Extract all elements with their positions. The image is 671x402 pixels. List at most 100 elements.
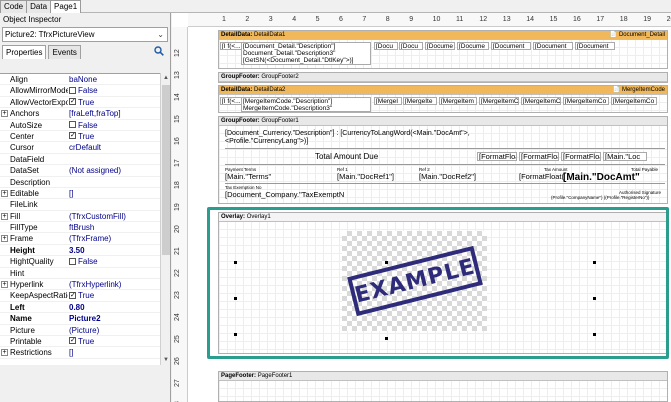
property-row[interactable]: FileLink bbox=[0, 199, 160, 211]
property-scrollbar[interactable]: ▲ ▼ bbox=[160, 73, 170, 365]
selection-handle[interactable] bbox=[593, 261, 596, 264]
scroll-up-icon[interactable]: ▲ bbox=[161, 73, 171, 83]
property-row[interactable]: DataField bbox=[0, 154, 160, 166]
memo-tax-exempt[interactable]: [Document_Company."TaxExemptN bbox=[225, 191, 344, 199]
tab-code[interactable]: Code bbox=[0, 0, 28, 13]
memo-field[interactable]: [Docume bbox=[457, 42, 489, 50]
memo-description[interactable]: [Document_Detail."Description"] Document… bbox=[241, 42, 371, 65]
memo-field[interactable]: [Docu bbox=[374, 42, 398, 50]
memo-field[interactable]: [Document bbox=[491, 42, 531, 50]
property-value[interactable]: 3.50 bbox=[68, 245, 160, 255]
tab-data[interactable]: Data bbox=[26, 0, 52, 13]
expand-icon[interactable]: + bbox=[1, 189, 8, 197]
property-value[interactable]: [] bbox=[68, 347, 160, 357]
property-value[interactable]: (Not assigned) bbox=[68, 165, 160, 175]
checkbox-icon[interactable]: ✓ bbox=[69, 98, 76, 106]
property-row[interactable]: Hint bbox=[0, 268, 160, 280]
expand-icon[interactable]: + bbox=[1, 349, 8, 357]
property-value[interactable]: ftBrush bbox=[68, 222, 160, 232]
search-icon[interactable] bbox=[154, 46, 164, 56]
property-row[interactable]: DataSet (Not assigned) bbox=[0, 165, 160, 177]
memo-tax-amount[interactable]: [FormatFloat( bbox=[519, 173, 564, 181]
selection-handle[interactable] bbox=[234, 297, 237, 300]
memo-field[interactable]: [MergeItemC bbox=[479, 97, 519, 105]
expand-icon[interactable]: + bbox=[1, 212, 8, 220]
memo-if[interactable]: [I f(<... bbox=[220, 42, 242, 50]
property-row[interactable]: KeepAspectRatio ✓ True bbox=[0, 290, 160, 302]
property-value[interactable] bbox=[68, 177, 160, 187]
scroll-down-icon[interactable]: ▼ bbox=[161, 355, 171, 365]
band-groupfooter1[interactable]: GroupFooter: GroupFooter1 [Document_Curr… bbox=[218, 116, 668, 204]
property-row[interactable]: + Fill (TfrxCustomFill) bbox=[0, 211, 160, 223]
chevron-down-icon[interactable]: ⌄ bbox=[157, 28, 164, 41]
memo-field[interactable]: [MergeI bbox=[374, 97, 402, 105]
property-value[interactable]: (TfrxCustomFill) bbox=[68, 211, 160, 221]
selection-handle[interactable] bbox=[593, 297, 596, 300]
memo-profile-company[interactable]: (Profile."CompanyName") ((Profile."Regis… bbox=[551, 195, 649, 200]
property-value[interactable] bbox=[68, 154, 160, 164]
band-pagefooter1[interactable]: PageFooter: PageFooter1 bbox=[218, 371, 668, 402]
property-row[interactable]: + Hyperlink (TfrxHyperlink) bbox=[0, 279, 160, 291]
memo-if[interactable]: [I f(<... bbox=[220, 97, 242, 105]
tab-page1[interactable]: Page1 bbox=[50, 0, 82, 13]
memo-field[interactable]: [MergeItemCo bbox=[611, 97, 657, 105]
property-value[interactable]: False bbox=[68, 85, 160, 95]
property-row[interactable]: + Editable[] bbox=[0, 188, 160, 200]
property-value[interactable] bbox=[68, 199, 160, 209]
property-value[interactable]: ✓ True bbox=[68, 336, 160, 346]
memo-field[interactable]: [Docume bbox=[425, 42, 455, 50]
property-row[interactable]: + Restrictions[] bbox=[0, 347, 160, 359]
property-value[interactable]: 0.80 bbox=[68, 302, 160, 312]
property-value[interactable] bbox=[68, 268, 160, 278]
memo-formatfloat[interactable]: [FormatFloa bbox=[561, 152, 601, 161]
band-groupfooter2[interactable]: GroupFooter: GroupFooter2 bbox=[218, 72, 668, 83]
property-row[interactable]: HightQuality False bbox=[0, 256, 160, 268]
memo-terms[interactable]: [Main."Terms" bbox=[225, 173, 271, 181]
property-row[interactable]: Picture (Picture) bbox=[0, 325, 160, 336]
checkbox-icon[interactable]: ✓ bbox=[69, 132, 76, 140]
property-row[interactable]: Printable ✓ True bbox=[0, 336, 160, 348]
property-row[interactable]: Cursor crDefault bbox=[0, 142, 160, 154]
tab-events[interactable]: Events bbox=[48, 45, 81, 59]
memo-field[interactable]: [Document bbox=[533, 42, 573, 50]
selection-handle[interactable] bbox=[234, 261, 237, 264]
selection-handle[interactable] bbox=[234, 333, 237, 336]
property-value[interactable]: ✓ True bbox=[68, 290, 160, 300]
property-row[interactable]: Left 0.80 bbox=[0, 302, 160, 314]
property-row[interactable]: Description bbox=[0, 177, 160, 188]
property-row[interactable]: AllowMirrorMode False bbox=[0, 85, 160, 97]
memo-docref1[interactable]: [Main."DocRef1"] bbox=[337, 173, 394, 181]
property-value[interactable]: (TfrxFrame) bbox=[68, 233, 160, 243]
selected-object-combo[interactable]: Picture2: TfrxPictureView ⌄ bbox=[2, 27, 168, 42]
property-row[interactable]: + Frame (TfrxFrame) bbox=[0, 233, 160, 245]
total-amount-label[interactable]: Total Amount Due bbox=[315, 153, 378, 161]
memo-field[interactable]: [Document bbox=[575, 42, 615, 50]
expand-icon[interactable]: + bbox=[1, 281, 8, 289]
scroll-thumb[interactable] bbox=[162, 85, 170, 255]
memo-description[interactable]: [MergeItemCode."Description"] MergeItemC… bbox=[241, 97, 371, 112]
property-value[interactable]: [fraLeft,fraTop] bbox=[68, 108, 160, 118]
memo-currency-profile[interactable]: <Profile."CurrencyLang">)] bbox=[225, 138, 308, 146]
property-value[interactable]: (TfrxHyperlink) bbox=[68, 279, 160, 289]
property-row[interactable]: AllowVectorExpo ✓ True bbox=[0, 97, 160, 109]
memo-field[interactable]: [Docu bbox=[399, 42, 423, 50]
property-row[interactable]: + Anchors [fraLeft,fraTop] bbox=[0, 108, 160, 120]
checkbox-icon[interactable] bbox=[69, 86, 76, 94]
property-row[interactable]: AutoSize False bbox=[0, 120, 160, 131]
property-value[interactable]: ✓ True bbox=[68, 131, 160, 141]
memo-formatfloat[interactable]: [FormatFloat( bbox=[477, 152, 517, 161]
selection-handle[interactable] bbox=[385, 337, 388, 340]
memo-total-payable[interactable]: [Main."DocAmt" bbox=[563, 172, 640, 183]
selection-handle[interactable] bbox=[593, 333, 596, 336]
property-value[interactable]: [] bbox=[68, 188, 160, 198]
property-row[interactable]: FillType ftBrush bbox=[0, 222, 160, 234]
property-value[interactable]: ✓ True bbox=[68, 97, 160, 107]
expand-icon[interactable]: + bbox=[1, 110, 8, 118]
expand-icon[interactable]: + bbox=[1, 235, 8, 243]
memo-field[interactable]: [MergeItem bbox=[439, 97, 477, 105]
property-value[interactable]: False bbox=[68, 256, 160, 266]
tab-properties[interactable]: Properties bbox=[2, 45, 47, 59]
property-row[interactable]: Height 3.50 bbox=[0, 245, 160, 257]
memo-field[interactable]: [MergeIte bbox=[403, 97, 437, 105]
property-row[interactable]: Name Picture2 bbox=[0, 313, 160, 325]
